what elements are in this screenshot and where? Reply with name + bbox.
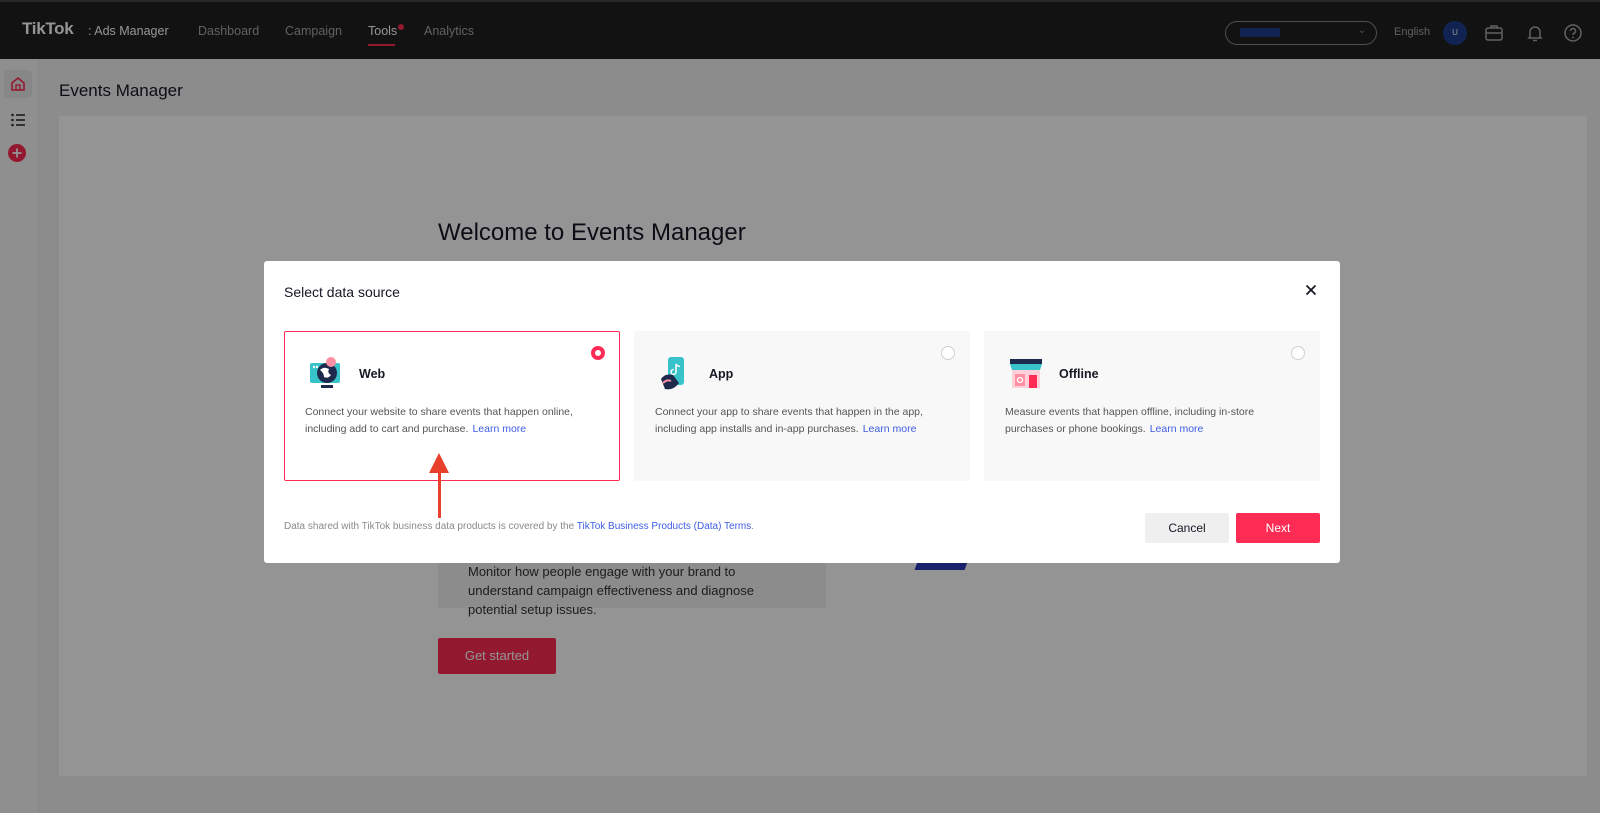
- globe-icon: [307, 355, 345, 393]
- modal-title: Select data source: [284, 284, 400, 300]
- data-source-card-app[interactable]: App Connect your app to share events tha…: [634, 331, 970, 481]
- data-source-card-offline[interactable]: Offline Measure events that happen offli…: [984, 331, 1320, 481]
- radio-web[interactable]: [591, 346, 605, 360]
- data-source-card-web[interactable]: Web Connect your website to share events…: [284, 331, 620, 481]
- learn-more-link-web[interactable]: Learn more: [472, 423, 526, 435]
- card-title-web: Web: [359, 367, 386, 381]
- radio-offline[interactable]: [1291, 346, 1305, 360]
- learn-more-link-offline[interactable]: Learn more: [1150, 423, 1204, 435]
- radio-app[interactable]: [941, 346, 955, 360]
- data-terms-note: Data shared with TikTok business data pr…: [284, 521, 755, 532]
- data-terms-link[interactable]: TikTok Business Products (Data) Terms: [577, 521, 752, 532]
- annotation-arrow-shaft: [438, 470, 441, 518]
- store-icon: [1007, 355, 1045, 393]
- learn-more-link-app[interactable]: Learn more: [863, 423, 917, 435]
- card-desc-web: Connect your website to share events tha…: [305, 406, 573, 435]
- card-title-app: App: [709, 367, 734, 381]
- phone-icon: [657, 355, 695, 393]
- cancel-button[interactable]: Cancel: [1145, 513, 1229, 543]
- card-title-offline: Offline: [1059, 367, 1099, 381]
- next-button[interactable]: Next: [1236, 513, 1320, 543]
- card-desc-offline: Measure events that happen offline, incl…: [1005, 406, 1255, 435]
- select-data-source-modal: Select data source Web Connect your webs…: [264, 261, 1340, 563]
- close-icon[interactable]: [1302, 281, 1320, 299]
- card-desc-app: Connect your app to share events that ha…: [655, 406, 923, 435]
